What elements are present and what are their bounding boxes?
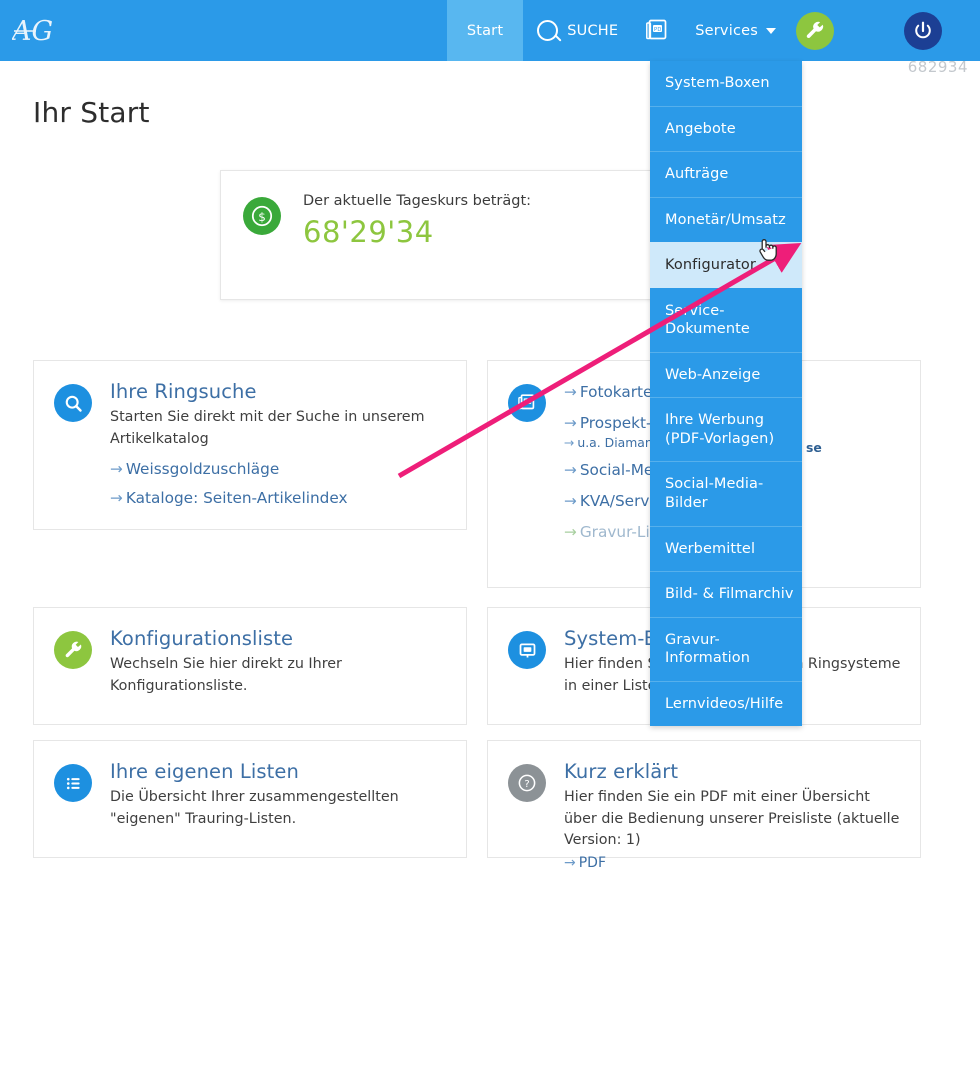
- wrench-button[interactable]: [796, 11, 834, 50]
- menu-item-social-media-bilder[interactable]: Social-Media-Bilder: [650, 461, 802, 525]
- arrow-right-icon: →: [564, 523, 577, 541]
- card-konfigurationsliste-desc: Wechseln Sie hier direkt zu Ihrer Konfig…: [110, 656, 342, 694]
- nav-item-services[interactable]: Services: [681, 0, 786, 61]
- pdf-icon: PDF: [646, 19, 667, 42]
- nav-item-suche[interactable]: SUCHE: [523, 0, 632, 61]
- dollar-coin-icon: $: [243, 197, 281, 235]
- primary-nav: Start SUCHE PDF Services: [446, 0, 980, 61]
- card-pdf-text-fragment: se: [806, 440, 822, 455]
- top-navigation-bar: AG Start SUCHE PDF Services: [0, 0, 980, 61]
- pointing-hand-cursor: [757, 237, 779, 267]
- services-dropdown-menu: System-Boxen Angebote Aufträge Monetär/U…: [650, 61, 802, 727]
- menu-item-gravur-information[interactable]: Gravur-Information: [650, 616, 802, 681]
- card-konfigurationsliste-title: Konfigurationsliste: [110, 627, 294, 650]
- menu-item-werbemittel[interactable]: Werbemittel: [650, 525, 802, 572]
- card-ringsuche-desc: Starten Sie direkt mit der Suche in unse…: [110, 409, 425, 447]
- list-circle-icon: [54, 764, 92, 802]
- menu-item-ihre-werbung[interactable]: Ihre Werbung (PDF-Vorlagen): [650, 397, 802, 461]
- menu-item-web-anzeige[interactable]: Web-Anzeige: [650, 351, 802, 398]
- ag-logo-icon: AG: [12, 16, 53, 47]
- wrench-circle-icon: [54, 631, 92, 669]
- nav-item-start[interactable]: Start: [446, 0, 524, 61]
- svg-text:$: $: [258, 210, 266, 224]
- nav-services-label: Services: [695, 22, 758, 39]
- tageskurs-label: Der aktuelle Tageskurs beträgt:: [303, 193, 532, 209]
- arrow-right-icon: →: [564, 461, 577, 479]
- link-pdf[interactable]: → PDF: [564, 855, 902, 871]
- tageskurs-card: $ Der aktuelle Tageskurs beträgt: 68'29'…: [220, 170, 660, 300]
- link-kataloge-artikelindex[interactable]: → Kataloge: Seiten-Artikelindex: [110, 489, 448, 507]
- question-circle-icon: ?: [508, 764, 546, 802]
- menu-item-auftraege[interactable]: Aufträge: [650, 151, 802, 197]
- arrow-right-icon: →: [564, 435, 575, 450]
- pdf-circle-icon: PDF: [508, 384, 546, 422]
- menu-item-monetaer-umsatz[interactable]: Monetär/Umsatz: [650, 196, 802, 243]
- menu-item-konfigurator[interactable]: Konfigurator: [650, 242, 802, 288]
- svg-text:PDF: PDF: [524, 399, 533, 404]
- search-circle-icon: [54, 384, 92, 422]
- page-title: Ihr Start: [33, 96, 150, 129]
- arrow-right-icon: →: [110, 459, 123, 478]
- card-eigene-listen[interactable]: Ihre eigenen Listen Die Übersicht Ihrer …: [33, 740, 467, 858]
- chevron-down-icon: [766, 27, 776, 34]
- card-kurz-erklaert-desc: Hier finden Sie ein PDF mit einer Übersi…: [564, 789, 900, 848]
- tageskurs-value: 68'29'34: [303, 215, 434, 249]
- menu-item-system-boxen[interactable]: System-Boxen: [650, 61, 802, 106]
- wrench-icon: [806, 21, 824, 38]
- arrow-right-icon: →: [110, 488, 123, 507]
- card-ringsuche-links: → Weissgoldzuschläge → Kataloge: Seiten-Ar…: [110, 460, 448, 507]
- menu-item-angebote[interactable]: Angebote: [650, 105, 802, 152]
- nav-suche-label: SUCHE: [567, 22, 619, 39]
- menu-item-bild-filmarchiv[interactable]: Bild- & Filmarchiv: [650, 571, 802, 617]
- monitor-circle-icon: [508, 631, 546, 669]
- arrow-right-icon: →: [564, 414, 577, 432]
- menu-item-lernvideos-hilfe[interactable]: Lernvideos/Hilfe: [650, 680, 802, 727]
- power-icon: [915, 21, 931, 38]
- nav-start-label: Start: [466, 22, 504, 39]
- menu-item-service-dokumente[interactable]: Service- Dokumente: [650, 287, 802, 352]
- card-ringsuche[interactable]: Ihre Ringsuche Starten Sie direkt mit de…: [33, 360, 467, 530]
- card-kurz-erklaert-links: → PDF: [564, 855, 902, 871]
- arrow-right-icon: →: [564, 383, 577, 401]
- arrow-right-icon: →: [564, 492, 577, 510]
- svg-text:PDF: PDF: [654, 27, 665, 33]
- card-ringsuche-title: Ihre Ringsuche: [110, 380, 257, 403]
- arrow-right-icon: →: [564, 854, 576, 871]
- card-kurz-erklaert[interactable]: ? Kurz erklärt Hier finden Sie ein PDF m…: [487, 740, 921, 871]
- link-weissgoldzuschlaege[interactable]: → Weissgoldzuschläge: [110, 460, 448, 478]
- power-button[interactable]: [904, 11, 942, 50]
- session-watermark: 682934: [907, 58, 968, 76]
- nav-item-pdf[interactable]: PDF: [632, 0, 681, 61]
- card-eigene-listen-title: Ihre eigenen Listen: [110, 760, 299, 783]
- card-kurz-erklaert-title: Kurz erklärt: [564, 760, 679, 783]
- svg-text:?: ?: [524, 779, 529, 790]
- card-konfigurationsliste[interactable]: Konfigurationsliste Wechseln Sie hier di…: [33, 607, 467, 725]
- search-icon: [537, 20, 559, 41]
- app-logo[interactable]: AG: [0, 0, 90, 61]
- card-eigene-listen-desc: Die Übersicht Ihrer zusammengestellten "…: [110, 789, 399, 827]
